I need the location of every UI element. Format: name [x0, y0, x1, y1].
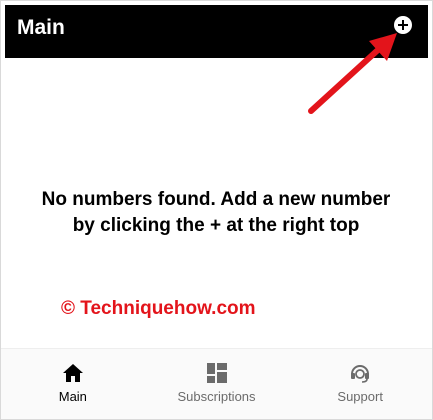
nav-item-main[interactable]: Main [1, 349, 145, 419]
add-number-button[interactable] [394, 16, 412, 34]
nav-item-subscriptions[interactable]: Subscriptions [145, 349, 289, 419]
home-icon [61, 361, 85, 385]
plus-circle-icon [398, 20, 408, 30]
nav-item-support[interactable]: Support [288, 349, 432, 419]
dashboard-icon [205, 361, 229, 385]
empty-state-message: No numbers found. Add a new number by cl… [41, 189, 391, 236]
watermark: © Techniquehow.com [61, 298, 256, 319]
page-title: Main [17, 15, 65, 39]
app-bar: Main [5, 5, 428, 58]
bottom-navigation: Main Subscriptions Support [1, 348, 432, 419]
headset-icon [348, 361, 372, 385]
app-window: Main No numbers found. Add a new number … [0, 0, 433, 420]
nav-item-label: Support [337, 389, 383, 404]
nav-item-label: Main [58, 389, 87, 404]
nav-item-label: Subscriptions [177, 389, 256, 404]
